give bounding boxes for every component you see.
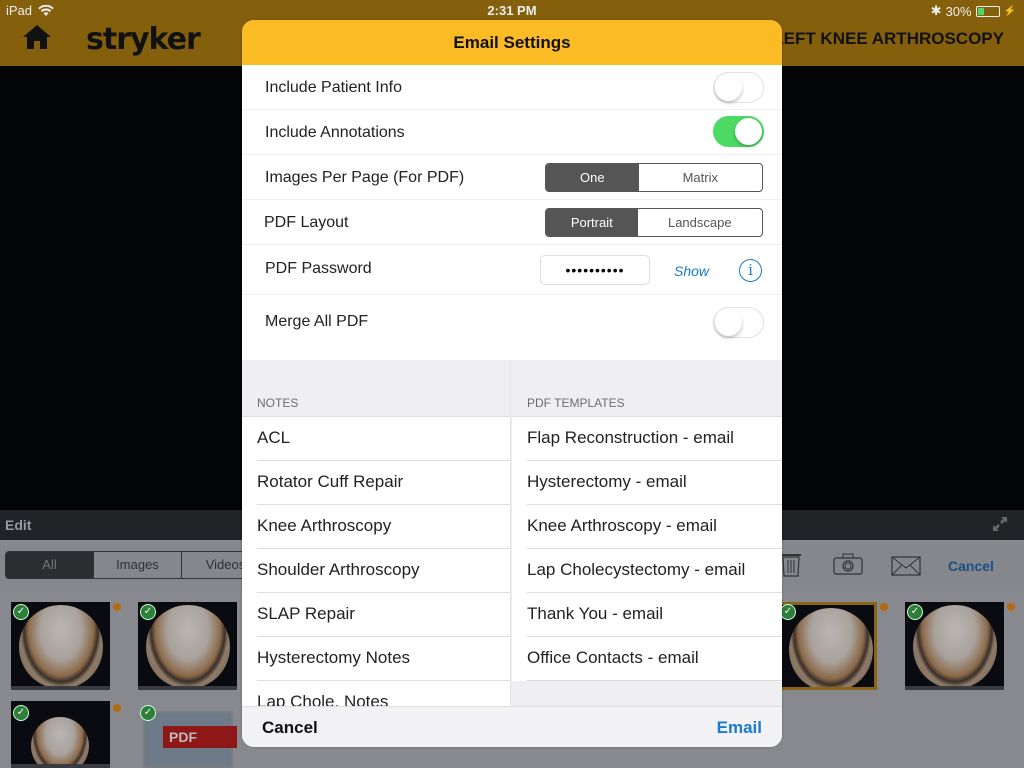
battery-icon <box>975 5 1000 17</box>
note-item[interactable]: Shoulder Arthroscopy <box>242 549 510 593</box>
check-icon: ✓ <box>13 705 29 721</box>
filter-all[interactable]: All <box>6 552 94 578</box>
status-dot <box>1007 603 1015 611</box>
setting-label: PDF Layout <box>264 214 349 231</box>
template-item[interactable]: Thank You - email <box>512 593 782 637</box>
note-item[interactable]: Hysterectomy Notes <box>242 637 510 681</box>
expand-icon[interactable] <box>992 516 1008 532</box>
template-item[interactable]: Flap Reconstruction - email <box>512 417 782 461</box>
pdf-badge: PDF <box>163 726 237 748</box>
edit-button[interactable]: Edit <box>5 517 31 533</box>
app-root: iPad 2:31 PM ✱ 30% ⚡ stryker LEFT KNEE A… <box>0 0 1024 768</box>
notes-column: NOTES ACL Rotator Cuff Repair Knee Arthr… <box>242 360 511 706</box>
clock: 2:31 PM <box>487 3 537 18</box>
procedure-title: LEFT KNEE ARTHROSCOPY <box>773 29 1004 48</box>
template-item[interactable]: Office Contacts - email <box>512 637 782 681</box>
email-settings-dialog: Email Settings Include Patient Info Incl… <box>242 20 782 747</box>
setting-pdf-layout: PDF Layout Portrait Landscape <box>242 200 782 245</box>
status-dot <box>880 603 888 611</box>
note-item[interactable]: Lap Chole. Notes <box>242 681 510 706</box>
check-icon: ✓ <box>13 604 29 620</box>
setting-label: Merge All PDF <box>265 313 369 330</box>
pdf-password-field[interactable]: •••••••••• <box>540 255 650 285</box>
setting-pdf-password: PDF Password •••••••••• Show i <box>242 245 782 295</box>
template-item[interactable]: Lap Cholecystectomy - email <box>512 549 782 593</box>
dialog-title: Email Settings <box>242 20 782 65</box>
battery-fill <box>977 7 984 15</box>
check-icon: ✓ <box>140 705 156 721</box>
segment-landscape[interactable]: Landscape <box>638 209 762 236</box>
status-dot <box>113 704 121 712</box>
charging-icon: ⚡ <box>1003 5 1016 17</box>
note-item[interactable]: SLAP Repair <box>242 593 510 637</box>
battery-percent: 30% <box>945 3 972 19</box>
dialog-footer: Cancel Email <box>242 706 782 747</box>
notes-header: NOTES <box>242 360 510 417</box>
images-per-page-segmented: One Matrix <box>545 163 763 192</box>
media-filter: All Images Videos <box>5 551 271 579</box>
check-icon: ✓ <box>907 604 923 620</box>
notes-templates-section: NOTES ACL Rotator Cuff Repair Knee Arthr… <box>242 360 782 706</box>
camera-icon[interactable] <box>833 553 863 575</box>
template-item[interactable]: Knee Arthroscopy - email <box>512 505 782 549</box>
setting-merge-all-pdf: Merge All PDF <box>242 295 782 353</box>
bluetooth-icon: ✱ <box>930 3 942 18</box>
merge-all-pdf-toggle[interactable] <box>713 307 764 338</box>
include-annotations-toggle[interactable] <box>713 116 764 147</box>
mail-icon[interactable] <box>891 556 921 576</box>
segment-one[interactable]: One <box>546 164 639 191</box>
email-button[interactable]: Email <box>717 718 762 738</box>
setting-label: PDF Password <box>265 260 372 277</box>
status-bar: iPad 2:31 PM ✱ 30% ⚡ <box>0 0 1024 20</box>
segment-portrait[interactable]: Portrait <box>546 209 638 236</box>
setting-include-patient-info: Include Patient Info <box>242 65 782 110</box>
filter-images[interactable]: Images <box>94 552 182 578</box>
trash-icon[interactable] <box>780 551 802 577</box>
gallery-cancel-button[interactable]: Cancel <box>948 558 994 574</box>
note-item[interactable]: ACL <box>242 417 510 461</box>
segment-matrix[interactable]: Matrix <box>639 164 762 191</box>
pdf-templates-column: PDF TEMPLATES Flap Reconstruction - emai… <box>512 360 782 706</box>
note-item[interactable]: Knee Arthroscopy <box>242 505 510 549</box>
check-icon: ✓ <box>140 604 156 620</box>
setting-label: Images Per Page (For PDF) <box>265 169 465 186</box>
stryker-logo: stryker <box>86 22 201 57</box>
setting-images-per-page: Images Per Page (For PDF) One Matrix <box>242 155 782 200</box>
note-item[interactable]: Rotator Cuff Repair <box>242 461 510 505</box>
pdf-templates-header: PDF TEMPLATES <box>512 360 782 417</box>
home-icon[interactable] <box>22 24 52 50</box>
check-icon: ✓ <box>780 604 796 620</box>
status-dot <box>113 603 121 611</box>
setting-label: Include Annotations <box>265 124 405 141</box>
include-patient-info-toggle[interactable] <box>713 72 764 103</box>
cancel-button[interactable]: Cancel <box>262 718 318 738</box>
setting-label: Include Patient Info <box>265 79 402 96</box>
template-item[interactable]: Hysterectomy - email <box>512 461 782 505</box>
show-password-link[interactable]: Show <box>674 263 709 279</box>
pdf-layout-segmented: Portrait Landscape <box>545 208 763 237</box>
setting-include-annotations: Include Annotations <box>242 110 782 155</box>
info-icon[interactable]: i <box>739 259 762 282</box>
